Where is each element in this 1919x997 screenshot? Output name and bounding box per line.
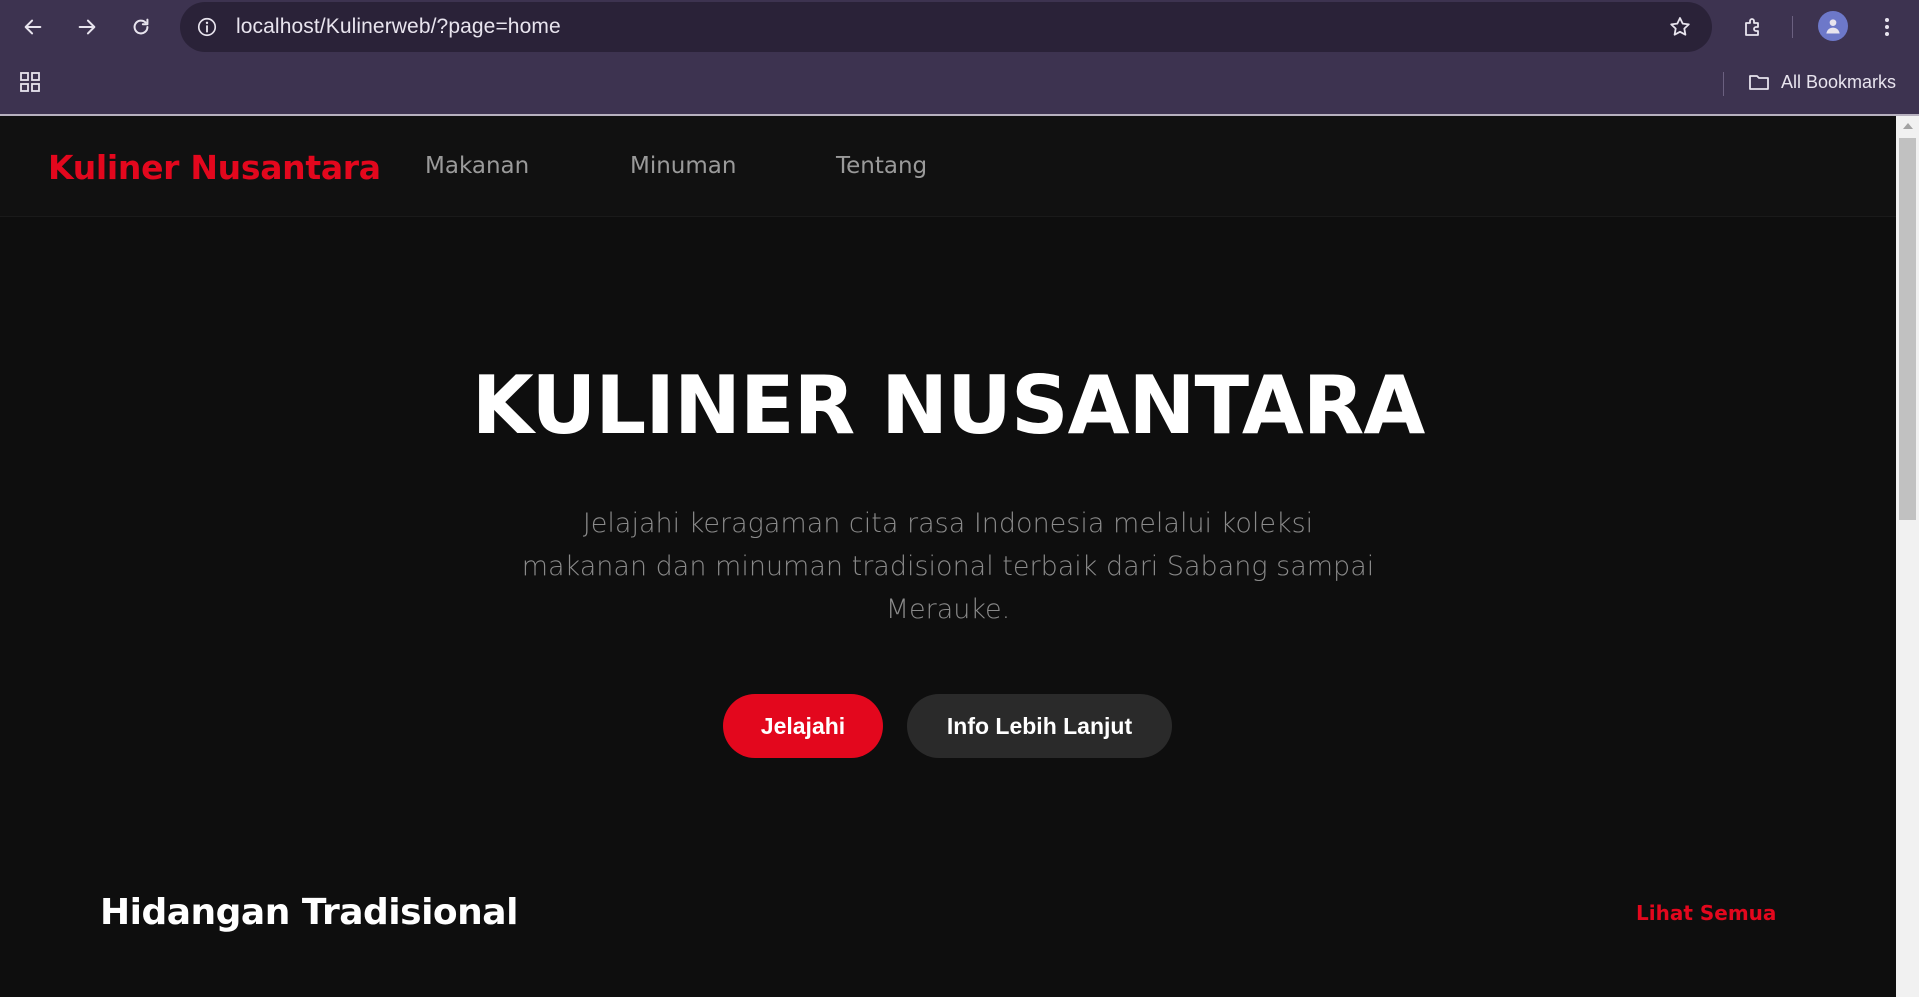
puzzle-icon[interactable] — [1738, 12, 1768, 42]
grid-icon[interactable] — [18, 70, 42, 94]
reload-icon — [133, 18, 149, 35]
site-logo[interactable]: Kuliner Nusantara — [48, 148, 381, 187]
nav-link-minuman[interactable]: Minuman — [630, 153, 736, 179]
nav-link-makanan[interactable]: Makanan — [425, 153, 529, 179]
folder-icon — [1749, 75, 1769, 90]
nav-link-tentang[interactable]: Tentang — [836, 153, 927, 179]
page-viewport: Kuliner Nusantara Makanan Minuman Tentan… — [0, 116, 1896, 997]
see-all-link[interactable]: Lihat Semua — [1636, 901, 1776, 925]
browser-chrome: localhost/Kulinerweb/?page=home All Book… — [0, 0, 1919, 116]
bookmarks-bar: All Bookmarks — [0, 60, 1919, 105]
scroll-up-arrow-icon[interactable] — [1896, 116, 1919, 136]
section-title: Hidangan Tradisional — [100, 892, 518, 933]
browser-toolbar: localhost/Kulinerweb/?page=home — [0, 0, 1919, 54]
forward-button[interactable] — [70, 10, 104, 44]
star-icon[interactable] — [1666, 13, 1694, 41]
more-info-button[interactable]: Info Lebih Lanjut — [907, 694, 1172, 758]
scrollbar-thumb[interactable] — [1899, 138, 1916, 520]
arrow-left-icon — [24, 19, 42, 35]
all-bookmarks-label: All Bookmarks — [1781, 71, 1897, 92]
hero-subtitle: Jelajahi keragaman cita rasa Indonesia m… — [521, 508, 1375, 625]
hero-title: KULINER NUSANTARA — [471, 359, 1426, 452]
toolbar-divider — [1792, 16, 1793, 38]
explore-button[interactable]: Jelajahi — [723, 694, 883, 758]
arrow-right-icon — [78, 19, 96, 35]
reload-button[interactable] — [124, 10, 158, 44]
kebab-menu-icon[interactable] — [1872, 12, 1902, 42]
info-icon[interactable] — [194, 14, 220, 40]
all-bookmarks-button[interactable]: All Bookmarks — [1747, 70, 1896, 94]
url-text[interactable]: localhost/Kulinerweb/?page=home — [236, 15, 561, 39]
avatar-icon[interactable] — [1818, 11, 1848, 41]
back-button[interactable] — [16, 10, 50, 44]
site-navbar: Kuliner Nusantara Makanan Minuman Tentan… — [0, 116, 1896, 217]
vertical-scrollbar[interactable] — [1896, 116, 1919, 997]
address-bar[interactable]: localhost/Kulinerweb/?page=home — [180, 2, 1712, 52]
bookmarks-divider — [1723, 72, 1724, 96]
